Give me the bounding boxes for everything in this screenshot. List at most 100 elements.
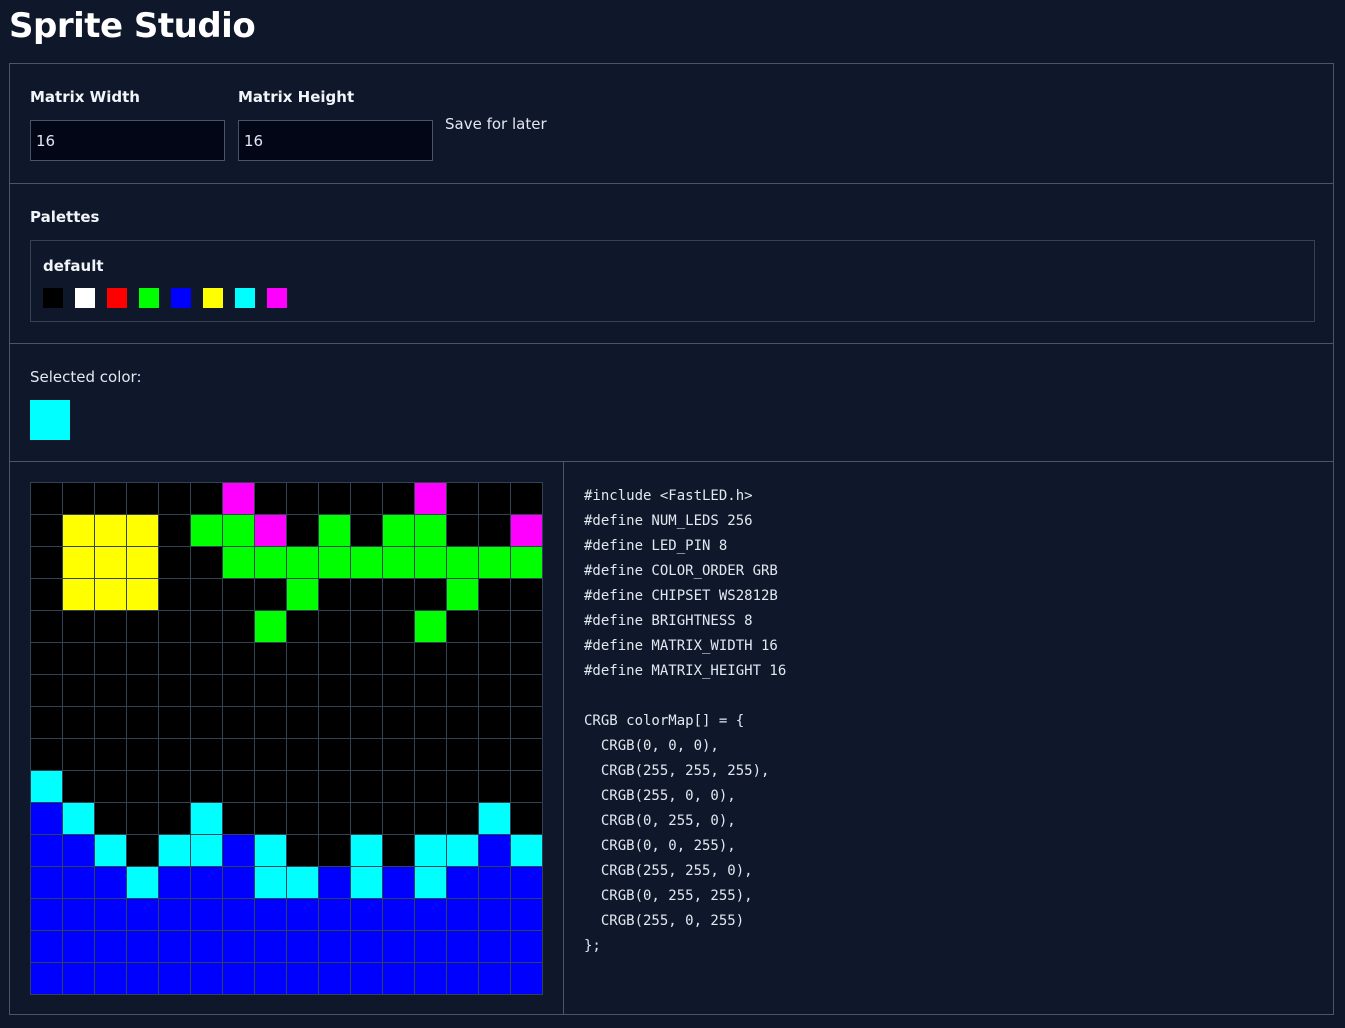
- matrix-cell[interactable]: [159, 771, 190, 802]
- matrix-cell[interactable]: [255, 739, 286, 770]
- matrix-cell[interactable]: [191, 707, 222, 738]
- matrix-cell[interactable]: [447, 963, 478, 994]
- matrix-cell[interactable]: [319, 867, 350, 898]
- matrix-cell[interactable]: [351, 675, 382, 706]
- matrix-cell[interactable]: [255, 547, 286, 578]
- matrix-cell[interactable]: [63, 739, 94, 770]
- matrix-cell[interactable]: [479, 963, 510, 994]
- matrix-cell[interactable]: [127, 579, 158, 610]
- matrix-cell[interactable]: [255, 643, 286, 674]
- matrix-cell[interactable]: [351, 835, 382, 866]
- matrix-cell[interactable]: [287, 771, 318, 802]
- matrix-cell[interactable]: [415, 931, 446, 962]
- matrix-cell[interactable]: [319, 675, 350, 706]
- matrix-cell[interactable]: [255, 675, 286, 706]
- matrix-cell[interactable]: [479, 931, 510, 962]
- palette-swatch[interactable]: [107, 288, 127, 308]
- matrix-cell[interactable]: [127, 771, 158, 802]
- matrix-cell[interactable]: [287, 515, 318, 546]
- matrix-cell[interactable]: [31, 835, 62, 866]
- matrix-cell[interactable]: [351, 579, 382, 610]
- matrix-cell[interactable]: [95, 611, 126, 642]
- matrix-cell[interactable]: [159, 643, 190, 674]
- matrix-cell[interactable]: [511, 483, 542, 514]
- matrix-cell[interactable]: [31, 899, 62, 930]
- matrix-cell[interactable]: [223, 547, 254, 578]
- matrix-cell[interactable]: [479, 771, 510, 802]
- matrix-cell[interactable]: [511, 675, 542, 706]
- matrix-cell[interactable]: [63, 835, 94, 866]
- matrix-cell[interactable]: [63, 515, 94, 546]
- matrix-cell[interactable]: [415, 675, 446, 706]
- matrix-cell[interactable]: [223, 899, 254, 930]
- matrix-cell[interactable]: [351, 867, 382, 898]
- matrix-cell[interactable]: [191, 579, 222, 610]
- matrix-cell[interactable]: [95, 547, 126, 578]
- matrix-cell[interactable]: [415, 707, 446, 738]
- matrix-cell[interactable]: [63, 803, 94, 834]
- matrix-cell[interactable]: [223, 835, 254, 866]
- matrix-cell[interactable]: [255, 835, 286, 866]
- matrix-cell[interactable]: [63, 771, 94, 802]
- matrix-cell[interactable]: [191, 931, 222, 962]
- matrix-cell[interactable]: [63, 707, 94, 738]
- matrix-cell[interactable]: [319, 643, 350, 674]
- matrix-cell[interactable]: [223, 643, 254, 674]
- matrix-cell[interactable]: [415, 867, 446, 898]
- matrix-cell[interactable]: [479, 675, 510, 706]
- matrix-cell[interactable]: [319, 739, 350, 770]
- matrix-cell[interactable]: [415, 611, 446, 642]
- matrix-cell[interactable]: [415, 835, 446, 866]
- matrix-cell[interactable]: [31, 483, 62, 514]
- matrix-cell[interactable]: [383, 771, 414, 802]
- matrix-cell[interactable]: [159, 707, 190, 738]
- matrix-cell[interactable]: [479, 547, 510, 578]
- matrix-cell[interactable]: [191, 867, 222, 898]
- matrix-cell[interactable]: [511, 579, 542, 610]
- matrix-cell[interactable]: [415, 483, 446, 514]
- matrix-cell[interactable]: [479, 515, 510, 546]
- matrix-cell[interactable]: [223, 515, 254, 546]
- matrix-cell[interactable]: [415, 739, 446, 770]
- matrix-cell[interactable]: [351, 803, 382, 834]
- matrix-cell[interactable]: [127, 931, 158, 962]
- matrix-cell[interactable]: [255, 867, 286, 898]
- matrix-cell[interactable]: [31, 675, 62, 706]
- palette-swatch[interactable]: [43, 288, 63, 308]
- matrix-cell[interactable]: [63, 483, 94, 514]
- matrix-cell[interactable]: [95, 963, 126, 994]
- matrix-cell[interactable]: [447, 547, 478, 578]
- matrix-cell[interactable]: [511, 803, 542, 834]
- matrix-cell[interactable]: [31, 643, 62, 674]
- matrix-cell[interactable]: [383, 963, 414, 994]
- matrix-cell[interactable]: [95, 515, 126, 546]
- matrix-cell[interactable]: [127, 547, 158, 578]
- matrix-cell[interactable]: [319, 963, 350, 994]
- matrix-cell[interactable]: [159, 963, 190, 994]
- matrix-cell[interactable]: [351, 899, 382, 930]
- matrix-cell[interactable]: [159, 931, 190, 962]
- matrix-cell[interactable]: [31, 867, 62, 898]
- matrix-cell[interactable]: [191, 963, 222, 994]
- matrix-cell[interactable]: [255, 611, 286, 642]
- matrix-cell[interactable]: [63, 867, 94, 898]
- matrix-cell[interactable]: [191, 739, 222, 770]
- palette-swatch[interactable]: [203, 288, 223, 308]
- matrix-cell[interactable]: [63, 643, 94, 674]
- matrix-cell[interactable]: [223, 579, 254, 610]
- matrix-cell[interactable]: [255, 931, 286, 962]
- palette-swatch[interactable]: [267, 288, 287, 308]
- matrix-cell[interactable]: [127, 803, 158, 834]
- matrix-cell[interactable]: [95, 739, 126, 770]
- matrix-cell[interactable]: [351, 643, 382, 674]
- matrix-cell[interactable]: [223, 707, 254, 738]
- matrix-cell[interactable]: [479, 803, 510, 834]
- matrix-cell[interactable]: [63, 963, 94, 994]
- matrix-cell[interactable]: [415, 579, 446, 610]
- matrix-cell[interactable]: [127, 707, 158, 738]
- matrix-cell[interactable]: [351, 515, 382, 546]
- matrix-cell[interactable]: [511, 547, 542, 578]
- matrix-cell[interactable]: [447, 899, 478, 930]
- matrix-cell[interactable]: [127, 739, 158, 770]
- matrix-cell[interactable]: [479, 579, 510, 610]
